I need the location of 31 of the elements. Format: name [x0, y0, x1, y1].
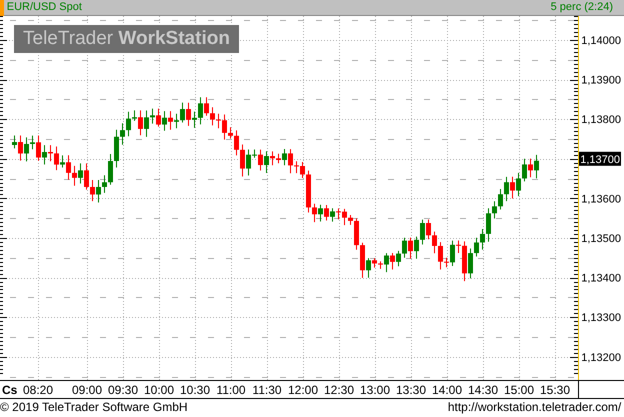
price-label: 1,13500	[581, 233, 621, 245]
time-label: 14:30	[468, 383, 498, 397]
instrument-title: EUR/USD Spot	[6, 0, 82, 15]
time-label: 13:00	[360, 383, 390, 397]
time-axis-label: Cs	[2, 383, 18, 397]
price-label: 1,13900	[581, 74, 621, 87]
price-label: 1,13300	[581, 312, 621, 324]
time-label: 13:30	[396, 383, 426, 397]
url-link[interactable]: http://workstation.teletrader.com/	[448, 399, 622, 417]
current-price-tag: 1,13700	[579, 152, 621, 166]
time-label: 12:00	[288, 383, 318, 397]
price-label: 1,13200	[581, 352, 621, 364]
time-label: 09:30	[108, 383, 138, 397]
time-label: 11:00	[216, 383, 246, 397]
time-label: 12:30	[324, 383, 354, 397]
time-label: 09:00	[72, 383, 102, 397]
time-label: 08:20	[22, 383, 54, 397]
time-label: 15:30	[540, 383, 570, 397]
copyright-text: © 2019 TeleTrader Software GmbH	[0, 399, 188, 416]
price-label: 1,14000	[581, 35, 621, 47]
time-label: 10:00	[144, 383, 174, 397]
time-label: 14:00	[432, 383, 462, 397]
time-label: 10:30	[180, 383, 210, 397]
price-label: 1,13400	[581, 272, 621, 285]
logo: TeleTrader WorkStation	[14, 25, 239, 53]
instrument-marker	[0, 0, 4, 16]
time-label: 15:00	[504, 383, 534, 397]
price-label: 1,13800	[581, 114, 621, 126]
price-label: 1,13600	[581, 193, 621, 206]
interval-label: 5 perc (2:24)	[550, 0, 613, 15]
time-label: 11:30	[252, 383, 282, 397]
